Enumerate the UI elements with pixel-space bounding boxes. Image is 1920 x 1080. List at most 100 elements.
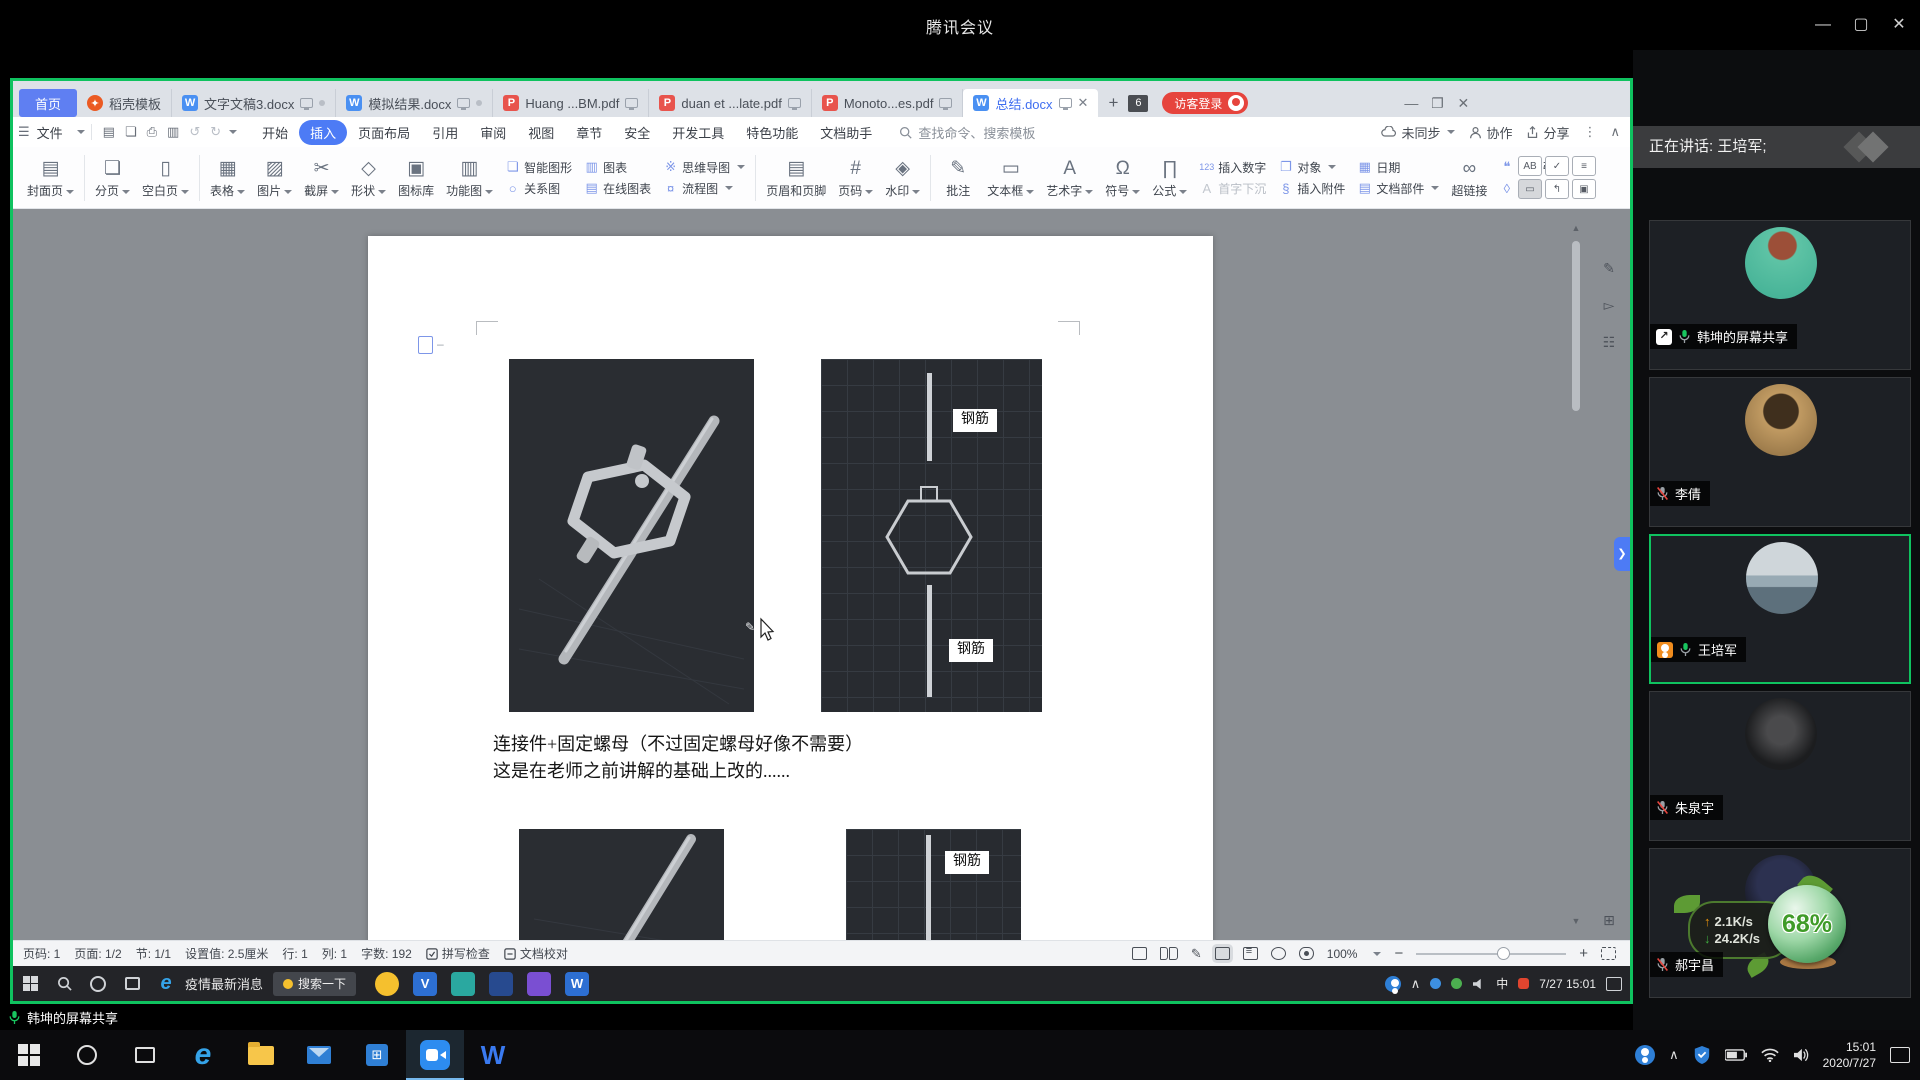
document-scrollbar[interactable]: ▲ ▼: [1570, 223, 1582, 926]
command-search[interactable]: 查找命令、搜索模板: [899, 123, 1035, 142]
tray-account-icon[interactable]: [1385, 976, 1401, 992]
save-icon[interactable]: ▤: [98, 124, 120, 140]
menu-review[interactable]: 审阅: [469, 120, 517, 145]
watermark-button[interactable]: ◈水印: [879, 150, 926, 206]
presenter-start-button[interactable]: [13, 966, 47, 1001]
collapse-ribbon-icon[interactable]: ∧: [1610, 124, 1620, 140]
wps-app-icon[interactable]: W: [464, 1030, 522, 1080]
presenter-notification-icon[interactable]: [1606, 977, 1622, 991]
blank-page-button[interactable]: ▯空白页: [136, 150, 195, 206]
menu-security[interactable]: 安全: [613, 120, 661, 145]
tencent-meeting-app-icon[interactable]: [406, 1030, 464, 1080]
tray-chevron-icon[interactable]: ∧: [1411, 976, 1421, 992]
mail-icon[interactable]: [290, 1030, 348, 1080]
presenter-search-icon[interactable]: [47, 966, 81, 1001]
participant-tile-zhuquanyu[interactable]: 朱泉宇: [1649, 691, 1911, 841]
doc-parts-button[interactable]: ▤文档部件: [1357, 180, 1439, 197]
toggle-lines-icon[interactable]: ≡: [1572, 156, 1596, 176]
picture-button[interactable]: ▨图片: [251, 150, 298, 206]
ie-icon[interactable]: e: [149, 966, 183, 1001]
relation-chart-button[interactable]: ○关系图: [505, 180, 572, 197]
wps-restore-icon[interactable]: ❐: [1424, 95, 1450, 112]
function-graph-button[interactable]: ▥功能图: [440, 150, 499, 206]
toggle-lock-icon[interactable]: ▣: [1572, 179, 1596, 199]
menu-features[interactable]: 特色功能: [735, 120, 809, 145]
toggle-checkbox-icon[interactable]: ✓: [1545, 156, 1569, 176]
adjust-tool-icon[interactable]: ☷: [1598, 331, 1620, 353]
wordart-button[interactable]: A艺术字: [1040, 150, 1099, 206]
comment-button[interactable]: ✎批注: [935, 150, 981, 206]
insert-number-button[interactable]: 123插入数字: [1199, 159, 1266, 176]
print-layout-icon[interactable]: [1215, 947, 1230, 960]
attach-file-button[interactable]: §插入附件: [1278, 180, 1345, 197]
zoom-value[interactable]: 100%: [1327, 947, 1358, 961]
cortana-icon[interactable]: [58, 1030, 116, 1080]
eye-protect-icon[interactable]: [1299, 947, 1314, 960]
book-view-icon[interactable]: [1160, 947, 1178, 960]
tray-battery-icon[interactable]: [1725, 1049, 1747, 1061]
hyperlink-button[interactable]: ∞超链接: [1445, 150, 1493, 206]
menu-file[interactable]: 文件: [35, 120, 74, 145]
wps-minimize-icon[interactable]: —: [1398, 95, 1424, 111]
header-footer-button[interactable]: ▤页眉和页脚: [760, 150, 832, 206]
start-button[interactable]: [0, 1030, 58, 1080]
date-button[interactable]: ▦日期: [1357, 159, 1439, 176]
app-purple-icon[interactable]: [527, 972, 551, 996]
tray-volume-icon[interactable]: [1793, 1048, 1809, 1062]
accelerator-orb[interactable]: 68%: [1768, 885, 1846, 963]
ink-pen-tool-icon[interactable]: ✎: [1598, 257, 1620, 279]
output-icon[interactable]: ❏: [120, 124, 142, 140]
new-tab-button[interactable]: +: [1098, 93, 1128, 113]
object-button[interactable]: ❐对象: [1278, 159, 1345, 176]
spellcheck-button[interactable]: 拼写检查: [426, 945, 490, 962]
search-once-button[interactable]: 搜索一下: [273, 972, 356, 996]
status-words[interactable]: 字数: 192: [361, 945, 412, 962]
chart-button[interactable]: ▥图表: [584, 159, 651, 176]
scroll-down-icon[interactable]: ▼: [1570, 916, 1582, 926]
tray-wechat-icon[interactable]: [1451, 978, 1462, 989]
icon-library-button[interactable]: ▣图标库: [392, 150, 440, 206]
more-menu-icon[interactable]: ⋮: [1583, 124, 1596, 140]
sync-status-button[interactable]: 未同步: [1381, 123, 1455, 142]
scrollbar-thumb[interactable]: [1572, 241, 1580, 411]
tab-count-badge[interactable]: 6: [1128, 95, 1148, 112]
participant-tile-liqian[interactable]: 李倩: [1649, 377, 1911, 527]
tab-docer-templates[interactable]: ✦ 稻壳模板: [77, 89, 172, 117]
menu-start[interactable]: 开始: [251, 120, 299, 145]
scroll-up-icon[interactable]: ▲: [1570, 223, 1582, 233]
menu-doc-assistant[interactable]: 文档助手: [809, 120, 883, 145]
mindmap-button[interactable]: ※思维导图: [663, 159, 745, 176]
zoom-slider[interactable]: [1416, 953, 1566, 955]
tab-pdf-huang[interactable]: P Huang ...BM.pdf: [493, 89, 649, 117]
tab-doc-wenzi[interactable]: W 文字文稿3.docx: [172, 89, 336, 117]
tab-doc-summary-active[interactable]: W 总结.docx ✕: [963, 89, 1098, 117]
minimize-icon[interactable]: —: [1810, 12, 1836, 38]
tab-pdf-monoto[interactable]: P Monoto...es.pdf: [812, 89, 964, 117]
share-button[interactable]: 分享: [1526, 123, 1569, 142]
symbol-button[interactable]: Ω符号: [1099, 150, 1146, 206]
menu-insert-active[interactable]: 插入: [299, 120, 347, 145]
collaborate-button[interactable]: 协作: [1469, 123, 1512, 142]
quickbar-caret-icon[interactable]: [229, 130, 237, 134]
page-break-button[interactable]: ❏分页: [89, 150, 136, 206]
ink-mode-icon[interactable]: ✎: [1191, 946, 1202, 962]
redo-icon[interactable]: ↻: [205, 124, 226, 140]
hamburger-icon[interactable]: ☰: [13, 124, 35, 140]
tab-close-icon[interactable]: ✕: [1078, 95, 1089, 111]
print-icon[interactable]: ⎙: [142, 124, 162, 140]
fullscreen-view-icon[interactable]: [1132, 947, 1147, 960]
tab-doc-moni[interactable]: W 模拟结果.docx: [336, 89, 493, 117]
menu-references[interactable]: 引用: [421, 120, 469, 145]
toggle-autotext-icon[interactable]: AB: [1518, 156, 1542, 176]
menu-page-layout[interactable]: 页面布局: [347, 120, 421, 145]
wps-taskbar-icon[interactable]: W: [565, 972, 589, 996]
guest-login-button[interactable]: 访客登录: [1162, 92, 1248, 114]
tray-sogou-icon[interactable]: [1518, 978, 1529, 989]
tray-wifi-icon[interactable]: [1761, 1048, 1779, 1062]
screenshot-button[interactable]: ✂截屏: [298, 150, 345, 206]
shapes-button[interactable]: ◇形状: [345, 150, 392, 206]
app-blue-icon[interactable]: [489, 972, 513, 996]
undo-icon[interactable]: ↺: [184, 124, 205, 140]
zoom-in-icon[interactable]: +: [1579, 945, 1588, 962]
preview-icon[interactable]: ▥: [162, 124, 184, 140]
